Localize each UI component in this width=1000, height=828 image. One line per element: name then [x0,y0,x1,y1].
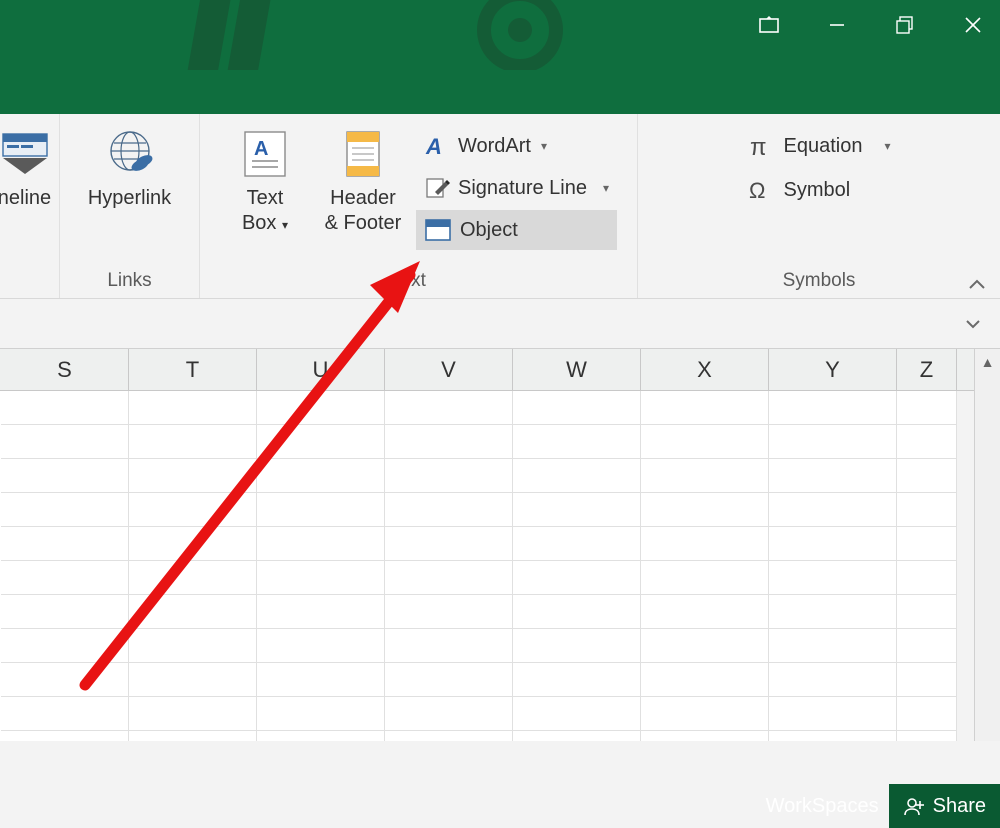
column-header[interactable]: U [257,349,385,390]
formula-bar[interactable] [0,299,1000,349]
links-group-label: Links [107,270,151,298]
column-header[interactable]: W [513,349,641,390]
workspaces-link[interactable]: WorkSpaces [766,795,879,818]
equation-label: Equation [784,135,863,158]
restore-button[interactable] [888,8,922,42]
column-header[interactable]: Y [769,349,897,390]
share-button[interactable]: Share [889,784,1000,828]
column-headers: S T U V W X Y Z [0,349,974,391]
timeline-button[interactable]: neline [0,120,55,211]
svg-text:π: π [750,134,767,159]
wordart-icon: A [424,133,450,159]
svg-text:Ω: Ω [749,178,765,203]
column-header[interactable]: Z [897,349,957,390]
text-box-icon: A [242,126,288,182]
text-box-button[interactable]: A TextBox ▾ [220,120,310,236]
collapse-ribbon-button[interactable] [968,278,986,290]
object-label: Object [460,219,518,242]
text-box-label: TextBox ▾ [242,186,288,236]
minimize-button[interactable] [820,8,854,42]
object-button[interactable]: Object [416,210,617,250]
share-icon [903,795,925,817]
timeline-icon [1,126,49,182]
header-footer-button[interactable]: Header& Footer [318,120,408,236]
signature-line-label: Signature Line [458,177,587,200]
hyperlink-icon [102,126,158,182]
equation-button[interactable]: π Equation ▾ [740,126,899,166]
ribbon-display-options-button[interactable] [752,8,786,42]
symbols-group-label: Symbols [783,270,856,298]
svg-text:A: A [254,138,268,160]
symbol-icon: Ω [748,177,776,203]
column-header[interactable]: S [1,349,129,390]
expand-formula-bar-button[interactable] [956,313,990,335]
timeline-label: neline [0,186,51,211]
wordart-label: WordArt [458,135,531,158]
title-bar-lower: WorkSpaces Share [0,70,1000,114]
column-header[interactable]: T [129,349,257,390]
object-icon [424,218,452,242]
hyperlink-button[interactable]: Hyperlink [70,120,190,211]
scroll-up-button[interactable]: ▲ [975,349,1000,375]
share-label: Share [933,795,986,818]
spreadsheet-area: S T U V W X Y Z ▲ [0,349,1000,741]
chevron-down-icon: ▾ [541,139,547,153]
equation-icon: π [748,133,776,159]
hyperlink-label: Hyperlink [88,186,171,211]
svg-text:A: A [425,134,442,159]
header-footer-label: Header& Footer [325,186,402,236]
symbol-label: Symbol [784,179,851,202]
filters-group-label [22,270,27,298]
scroll-track[interactable] [975,375,1000,741]
header-footer-icon [343,126,383,182]
cells-grid[interactable] [0,391,974,741]
vertical-scrollbar[interactable]: ▲ [974,349,1000,741]
column-header[interactable]: V [385,349,513,390]
chevron-down-icon: ▾ [884,139,890,153]
chevron-down-icon: ▾ [603,181,609,195]
text-group-label: xt [411,270,426,298]
column-header[interactable]: X [641,349,769,390]
signature-line-button[interactable]: Signature Line ▾ [416,168,617,208]
signature-line-icon [424,175,450,201]
title-bar [0,0,1000,70]
ribbon: neline Hyperlink Links A TextBox ▾ [0,114,1000,299]
wordart-button[interactable]: A WordArt ▾ [416,126,617,166]
close-button[interactable] [956,8,990,42]
symbol-button[interactable]: Ω Symbol [740,170,859,210]
